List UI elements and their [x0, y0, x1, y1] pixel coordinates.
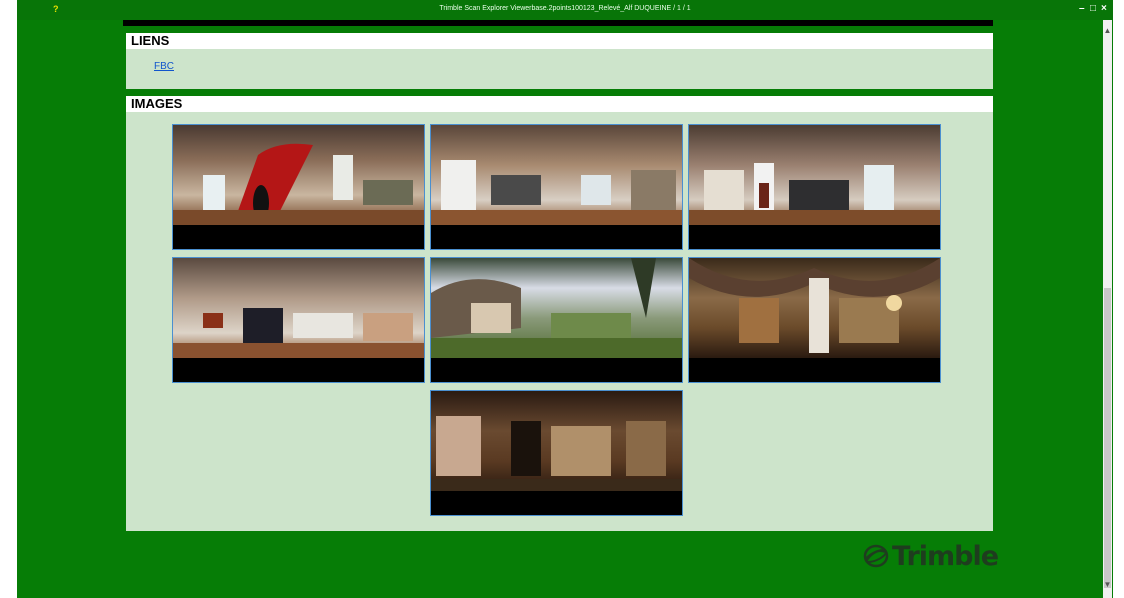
image-thumbnail-7[interactable]: [430, 390, 683, 516]
minimize-button[interactable]: –: [1079, 3, 1085, 15]
panorama-garden-icon: [431, 258, 682, 358]
panorama-dining-icon: [689, 125, 940, 225]
window-title: Trimble Scan Explorer Viewerbase.2points…: [439, 5, 691, 12]
scroll-up-icon[interactable]: ▲: [1103, 26, 1112, 35]
image-thumbnail-4[interactable]: [172, 257, 425, 383]
trimble-logo: Trimble: [863, 536, 999, 576]
panorama-lounge-icon: [173, 258, 424, 358]
panorama-basement-icon: [431, 391, 682, 491]
logo-wordmark: Trimble: [892, 540, 999, 572]
close-button[interactable]: ×: [1101, 3, 1107, 15]
link-fbc[interactable]: FBC: [154, 61, 174, 72]
trimble-globe-icon: [863, 544, 889, 568]
image-thumbnail-2[interactable]: [430, 124, 683, 250]
header-divider: [123, 20, 993, 26]
images-heading: IMAGES: [126, 96, 993, 112]
title-bar: ? Trimble Scan Explorer Viewerbase.2poin…: [17, 0, 1113, 20]
vertical-scrollbar[interactable]: ▲ ▼: [1103, 20, 1112, 598]
image-thumbnail-3[interactable]: [688, 124, 941, 250]
image-thumbnail-1[interactable]: [172, 124, 425, 250]
links-heading: LIENS: [126, 33, 993, 49]
maximize-button[interactable]: □: [1090, 3, 1096, 15]
scroll-thumb[interactable]: [1104, 288, 1111, 588]
app-window: ? Trimble Scan Explorer Viewerbase.2poin…: [17, 0, 1113, 598]
panorama-living-room-icon: [431, 125, 682, 225]
image-thumbnail-6[interactable]: [688, 257, 941, 383]
panorama-staircase-icon: [173, 125, 424, 225]
panorama-cellar-icon: [689, 258, 940, 358]
content-panel: LIENS FBC IMAGES: [126, 33, 993, 531]
scroll-down-icon[interactable]: ▼: [1103, 580, 1112, 589]
image-thumbnail-5[interactable]: [430, 257, 683, 383]
